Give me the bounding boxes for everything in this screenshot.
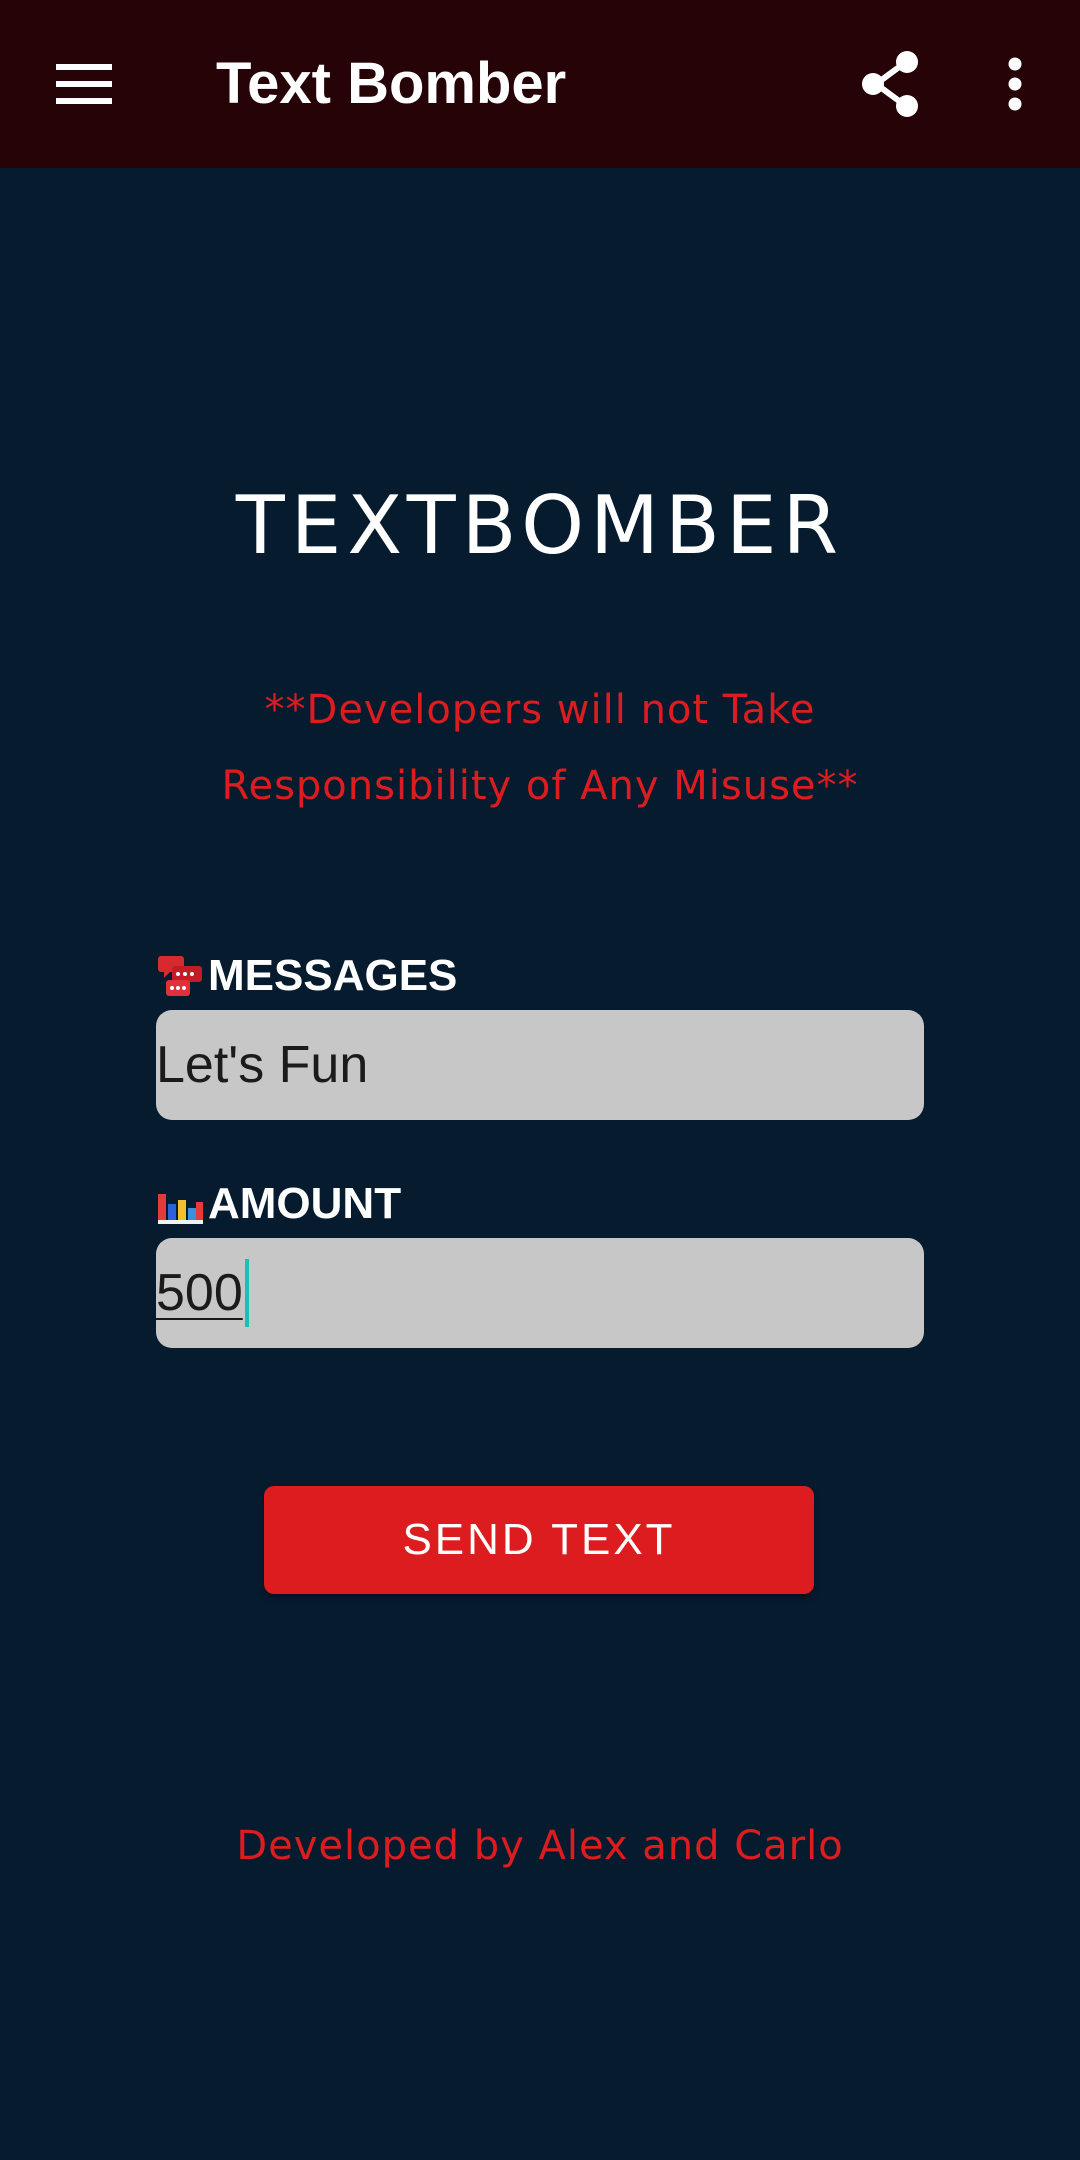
disclaimer: **Developers will not Take Responsibilit…	[150, 672, 930, 824]
amount-input[interactable]: 500	[156, 1238, 924, 1348]
chat-bubbles-icon	[156, 952, 204, 1000]
logo-text: TEXTBOMBER	[235, 479, 845, 572]
amount-input-value: 500	[156, 1264, 243, 1322]
app-bar: Text Bomber	[0, 0, 1080, 168]
developer-credit: Developed by Alex and Carlo	[236, 1823, 844, 1869]
amount-label: AMOUNT	[156, 1176, 401, 1232]
bar-chart-icon	[156, 1180, 204, 1228]
app-title: Text Bomber	[216, 51, 567, 116]
send-text-button[interactable]: SEND TEXT	[264, 1486, 814, 1594]
disclaimer-line-1: **Developers will not Take	[264, 687, 816, 733]
screen: Text Bomber TEXTBOMBER **Developers will…	[0, 0, 1080, 2160]
messages-input-value: Let's Fun	[156, 1036, 369, 1094]
disclaimer-line-2: Responsibility of Any Misuse**	[221, 763, 859, 809]
more-options-icon[interactable]	[980, 44, 1050, 124]
amount-label-text: AMOUNT	[208, 1179, 402, 1228]
messages-label-text: MESSAGES	[208, 951, 458, 1000]
hamburger-menu-icon[interactable]	[40, 44, 128, 124]
messages-label: MESSAGES	[156, 948, 457, 1004]
share-icon[interactable]	[846, 44, 934, 124]
messages-input[interactable]: Let's Fun	[156, 1010, 924, 1120]
text-cursor	[244, 1259, 249, 1327]
